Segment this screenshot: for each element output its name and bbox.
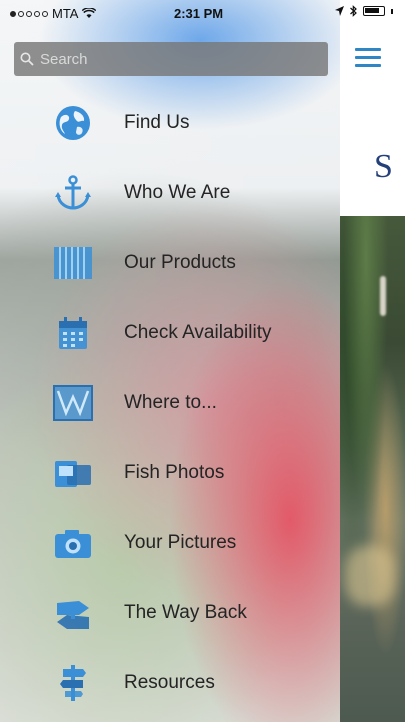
anchor-icon: [52, 172, 94, 214]
menu-item-who-we-are[interactable]: Who We Are: [0, 158, 340, 228]
photos-icon: [52, 452, 94, 494]
hamburger-menu-icon[interactable]: [355, 48, 381, 68]
status-bar: MTA 2:31 PM: [0, 0, 405, 28]
menu-item-label: Fish Photos: [124, 462, 225, 483]
menu-item-label: Resources: [124, 672, 215, 693]
battery-icon: [363, 6, 385, 16]
clock: 2:31 PM: [174, 6, 224, 21]
menu-item-resources[interactable]: Resources: [0, 648, 340, 718]
wifi-icon: [82, 8, 97, 18]
menu-item-find-us[interactable]: Find Us: [0, 88, 340, 158]
globe-icon: [52, 102, 94, 144]
directions-icon: [52, 592, 94, 634]
search-bar[interactable]: [14, 42, 328, 76]
search-input[interactable]: [38, 49, 322, 69]
menu-item-your-pictures[interactable]: Your Pictures: [0, 508, 340, 578]
menu-item-the-way-back[interactable]: The Way Back: [0, 578, 340, 648]
menu-item-check-availability[interactable]: Check Availability: [0, 298, 340, 368]
calendar-icon: [52, 312, 94, 354]
search-icon: [20, 52, 34, 66]
menu-item-label: Where to...: [124, 392, 217, 413]
side-drawer: Find Us Who We Are: [0, 0, 340, 722]
menu-item-fish-photos[interactable]: Fish Photos: [0, 438, 340, 508]
bluetooth-icon: [350, 5, 357, 17]
menu-item-label: Check Availability: [124, 322, 272, 343]
menu-item-our-products[interactable]: Our Products: [0, 228, 340, 298]
menu-item-label: The Way Back: [124, 602, 247, 623]
main-content: S: [340, 0, 405, 722]
products-icon: [52, 242, 94, 284]
status-indicators: [335, 5, 393, 17]
location-icon: [335, 6, 344, 16]
signal-strength-icon: [10, 10, 48, 17]
menu-item-label: Who We Are: [124, 182, 231, 203]
menu-item-where-to[interactable]: Where to...: [0, 368, 340, 438]
signpost-icon: [52, 662, 94, 704]
camera-icon: [52, 522, 94, 564]
menu-item-label: Our Products: [124, 252, 236, 273]
menu-item-label: Find Us: [124, 112, 190, 133]
carrier-name: MTA: [52, 6, 79, 21]
carrier-info: MTA: [10, 6, 97, 21]
map-icon: [52, 382, 94, 424]
hero-photo: [340, 216, 405, 722]
app-title: S: [374, 148, 393, 185]
menu-item-label: Your Pictures: [124, 532, 237, 553]
